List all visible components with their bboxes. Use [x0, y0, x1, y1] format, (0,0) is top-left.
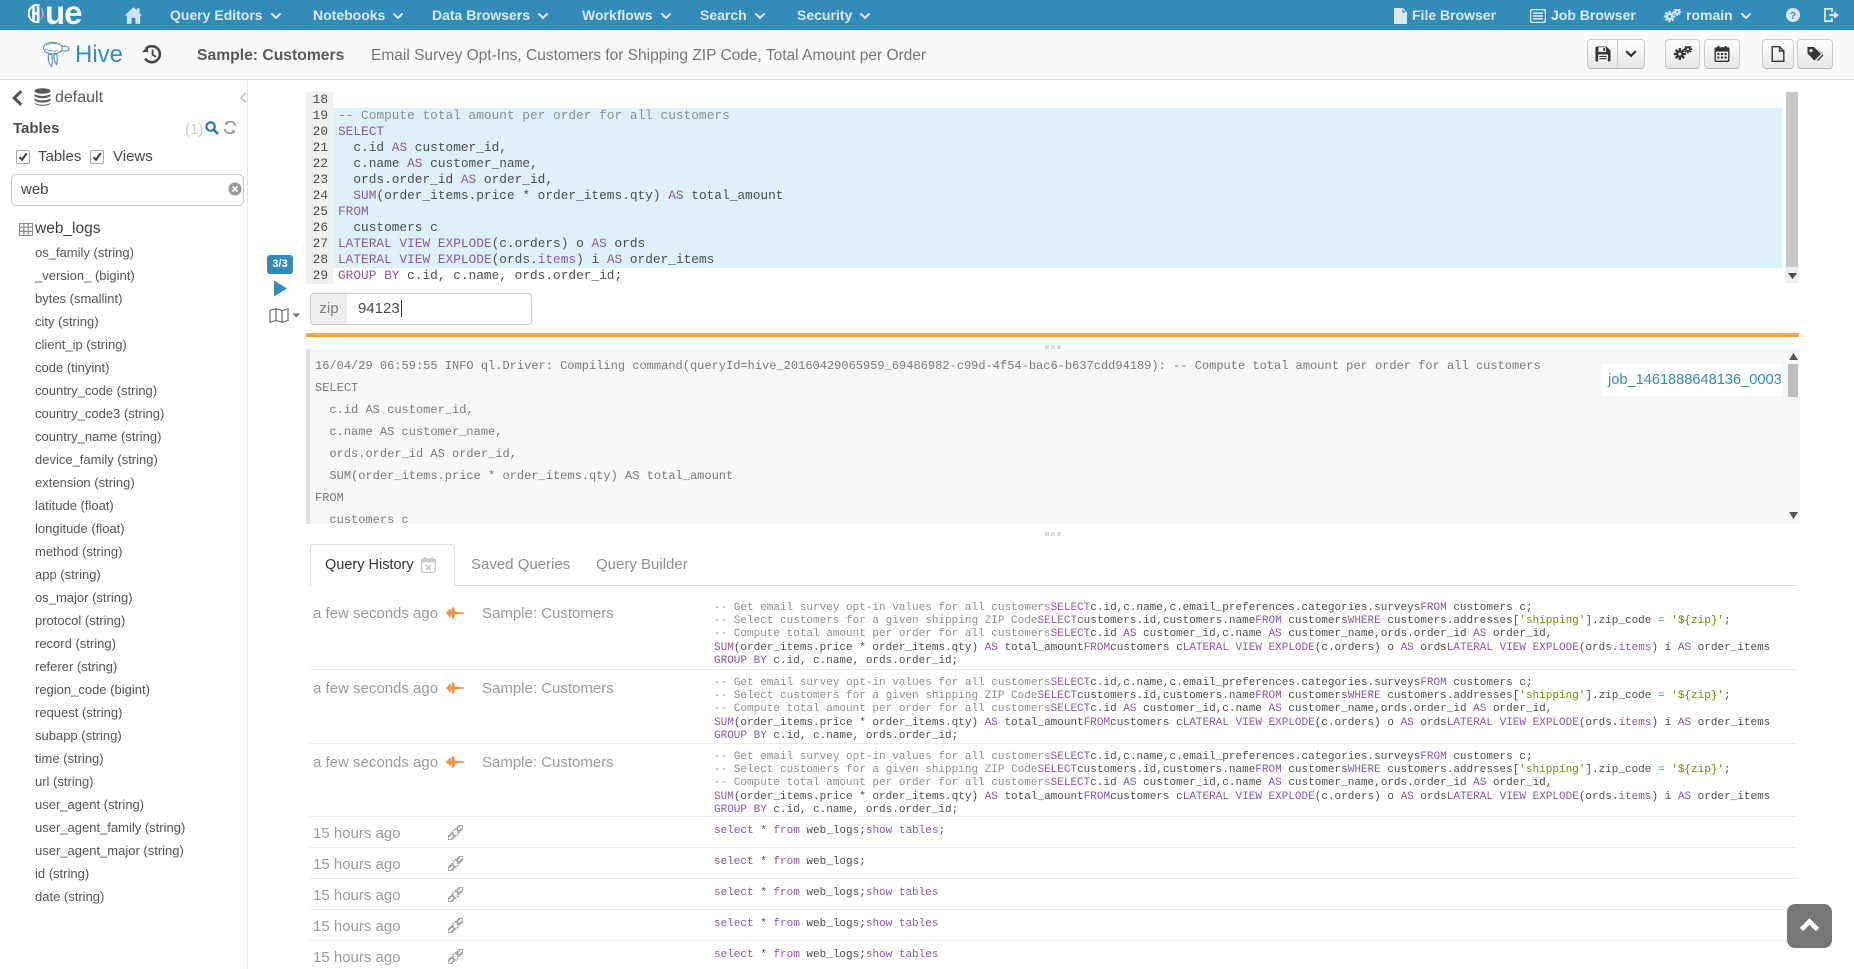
svg-text:ue: ue — [45, 0, 82, 28]
svg-text:?: ? — [1790, 10, 1796, 22]
